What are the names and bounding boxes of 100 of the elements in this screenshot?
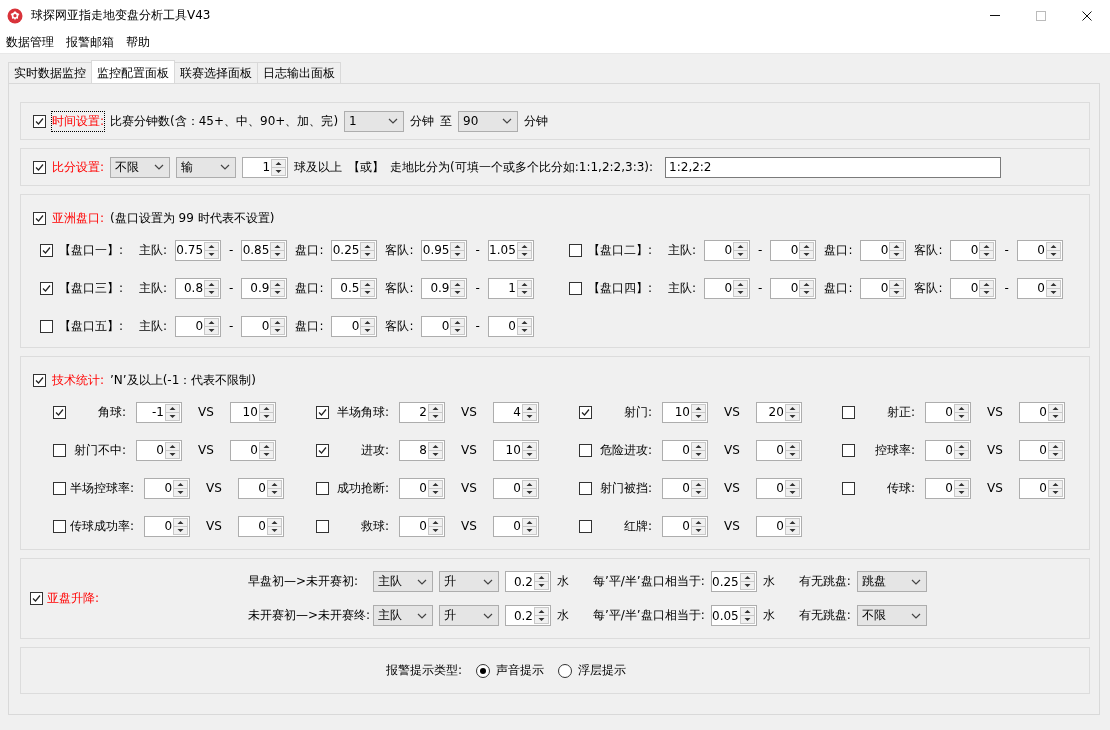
spinner-buttons[interactable] bbox=[1047, 403, 1063, 421]
number-field[interactable]: 0 bbox=[331, 315, 378, 337]
spinner-buttons[interactable] bbox=[521, 403, 537, 421]
number-field[interactable]: 0.9 bbox=[421, 277, 468, 299]
spinner-buttons[interactable] bbox=[691, 517, 706, 535]
spinner-buttons[interactable] bbox=[450, 279, 466, 297]
checkbox[interactable] bbox=[316, 443, 329, 457]
section-label[interactable]: 亚盘升降: bbox=[47, 589, 100, 608]
number-field[interactable]: 0 bbox=[492, 477, 539, 499]
number-field[interactable]: 1 bbox=[242, 156, 289, 178]
spinner-buttons[interactable] bbox=[799, 279, 815, 297]
number-field[interactable]: 0 bbox=[950, 239, 997, 261]
checkbox[interactable] bbox=[579, 443, 592, 457]
spinner-buttons[interactable] bbox=[270, 279, 286, 297]
checkbox[interactable] bbox=[579, 405, 592, 419]
number-field[interactable]: 0 bbox=[925, 401, 971, 423]
number-field[interactable]: 0 bbox=[755, 477, 802, 499]
number-field[interactable]: 0.9 bbox=[241, 277, 288, 299]
spinner-buttons[interactable] bbox=[889, 241, 905, 259]
number-field[interactable]: 0 bbox=[662, 439, 708, 461]
spinner-buttons[interactable] bbox=[165, 441, 180, 459]
checkbox[interactable] bbox=[842, 481, 855, 495]
number-field[interactable]: 0 bbox=[770, 239, 817, 261]
spinner-buttons[interactable] bbox=[691, 441, 706, 459]
checkbox[interactable] bbox=[33, 160, 46, 174]
tab[interactable]: 日志输出面板 bbox=[257, 62, 341, 83]
spinner-buttons[interactable] bbox=[360, 241, 376, 259]
spinner-buttons[interactable] bbox=[204, 279, 220, 297]
number-field[interactable]: 0 bbox=[860, 239, 907, 261]
spinner-buttons[interactable] bbox=[521, 517, 537, 535]
menu-item[interactable]: 报警邮箱 bbox=[66, 33, 114, 51]
number-field[interactable]: 0 bbox=[770, 277, 817, 299]
number-field[interactable]: 0 bbox=[860, 277, 907, 299]
spinner-buttons[interactable] bbox=[799, 241, 815, 259]
checkbox[interactable] bbox=[579, 519, 592, 533]
number-field[interactable]: 0 bbox=[175, 315, 222, 337]
spinner-buttons[interactable] bbox=[521, 441, 537, 459]
number-field[interactable]: 0 bbox=[1018, 477, 1065, 499]
number-field[interactable]: 4 bbox=[492, 401, 539, 423]
checkbox[interactable] bbox=[40, 281, 53, 295]
number-field[interactable]: 0.25 bbox=[710, 571, 757, 592]
number-field[interactable]: 0 bbox=[755, 439, 802, 461]
spinner-buttons[interactable] bbox=[784, 441, 800, 459]
spinner-buttons[interactable] bbox=[266, 517, 282, 535]
number-field[interactable]: 0 bbox=[421, 315, 468, 337]
spinner-buttons[interactable] bbox=[691, 479, 706, 497]
spinner-buttons[interactable] bbox=[534, 573, 549, 590]
checkbox[interactable] bbox=[316, 481, 329, 495]
number-field[interactable]: 0 bbox=[1016, 239, 1063, 261]
option-label[interactable]: 声音提示 bbox=[496, 662, 544, 679]
number-field[interactable]: 0 bbox=[662, 477, 708, 499]
checkbox[interactable] bbox=[842, 405, 855, 419]
number-field[interactable]: 0 bbox=[136, 439, 182, 461]
radio-button[interactable] bbox=[558, 663, 572, 678]
number-field[interactable]: 0 bbox=[704, 277, 751, 299]
spinner-buttons[interactable] bbox=[266, 479, 282, 497]
tab[interactable]: 监控配置面板 bbox=[91, 60, 175, 83]
number-field[interactable]: 0 bbox=[925, 477, 971, 499]
number-field[interactable]: 0.25 bbox=[331, 239, 378, 261]
number-field[interactable]: 0 bbox=[229, 439, 276, 461]
number-field[interactable]: 0 bbox=[241, 315, 288, 337]
checkbox[interactable] bbox=[316, 519, 329, 533]
number-field[interactable]: 0 bbox=[1018, 401, 1065, 423]
spinner-buttons[interactable] bbox=[165, 403, 180, 421]
number-field[interactable]: 0 bbox=[237, 515, 284, 537]
checkbox[interactable] bbox=[53, 519, 66, 533]
spinner-buttons[interactable] bbox=[450, 241, 466, 259]
checkbox[interactable] bbox=[569, 281, 582, 295]
number-field[interactable]: 8 bbox=[399, 439, 445, 461]
number-field[interactable]: 1 bbox=[487, 277, 534, 299]
number-field[interactable]: 0 bbox=[704, 239, 751, 261]
spinner-buttons[interactable] bbox=[428, 441, 443, 459]
checkbox[interactable] bbox=[579, 481, 592, 495]
tab[interactable]: 实时数据监控 bbox=[8, 62, 92, 83]
number-field[interactable]: 0 bbox=[144, 477, 191, 499]
spinner-buttons[interactable] bbox=[784, 479, 800, 497]
text-field[interactable]: 1:2,2:2 bbox=[665, 156, 1002, 178]
spinner-buttons[interactable] bbox=[450, 317, 466, 335]
dropdown[interactable]: 1 bbox=[344, 110, 405, 132]
number-field[interactable]: 10 bbox=[492, 439, 539, 461]
section-label[interactable]: 比分设置: bbox=[52, 157, 105, 177]
spinner-buttons[interactable] bbox=[428, 479, 443, 497]
spinner-buttons[interactable] bbox=[516, 279, 532, 297]
spinner-buttons[interactable] bbox=[204, 241, 220, 259]
number-field[interactable]: 0 bbox=[399, 515, 445, 537]
number-field[interactable]: 2 bbox=[399, 401, 445, 423]
spinner-buttons[interactable] bbox=[521, 479, 537, 497]
spinner-buttons[interactable] bbox=[360, 279, 376, 297]
spinner-buttons[interactable] bbox=[739, 573, 755, 590]
menu-item[interactable]: 帮助 bbox=[126, 33, 150, 51]
number-field[interactable]: 0 bbox=[1018, 439, 1065, 461]
option-label[interactable]: 浮层提示 bbox=[578, 662, 626, 679]
spinner-buttons[interactable] bbox=[428, 403, 443, 421]
checkbox[interactable] bbox=[53, 481, 66, 495]
spinner-buttons[interactable] bbox=[173, 479, 189, 497]
spinner-buttons[interactable] bbox=[691, 403, 706, 421]
dropdown[interactable]: 不限 bbox=[110, 156, 171, 178]
dropdown[interactable]: 主队 bbox=[373, 605, 433, 626]
checkbox[interactable] bbox=[569, 243, 582, 257]
dropdown[interactable]: 90 bbox=[458, 110, 519, 132]
